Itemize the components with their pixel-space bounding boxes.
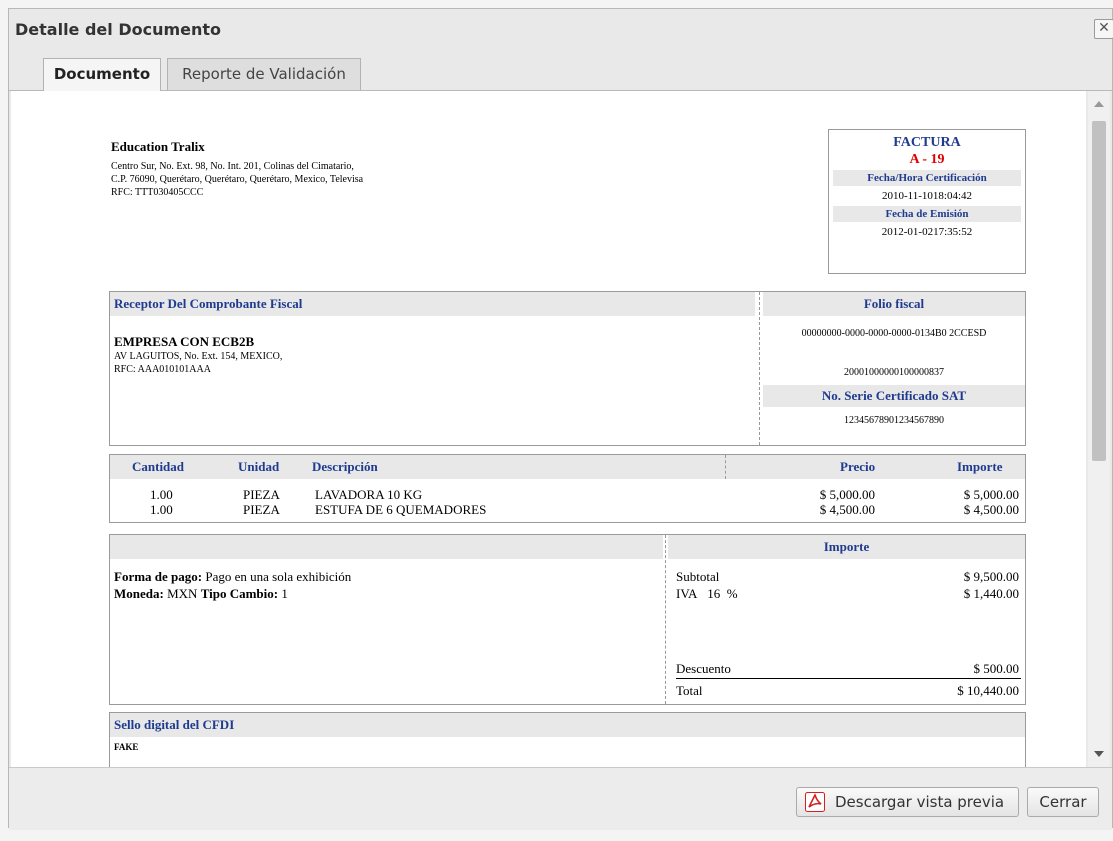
download-preview-button[interactable]: Descargar vista previa xyxy=(796,787,1019,817)
total-value: $ 10,440.00 xyxy=(957,683,1019,698)
close-button[interactable]: Cerrar xyxy=(1027,787,1099,817)
totals-divider xyxy=(665,535,666,704)
currency-line: Moneda: MXN Tipo Cambio: 1 xyxy=(114,586,288,602)
certificate-number: 20001000000100000837 xyxy=(844,367,944,378)
iva-value: $ 1,440.00 xyxy=(963,586,1019,601)
col-cantidad-header: Cantidad xyxy=(132,459,185,474)
currency-value: MXN xyxy=(167,586,198,601)
row-descripcion: ESTUFA DE 6 QUEMADORES xyxy=(315,502,487,517)
document-detail-dialog: Detalle del Documento ✕ Documento Report… xyxy=(8,8,1113,830)
payment-method: Forma de pago: Pago en una sola exhibici… xyxy=(114,569,351,585)
items-table: Cantidad Unidad Descripción Precio Impor… xyxy=(109,454,1026,523)
sello-value: FAKE xyxy=(114,742,139,752)
exchange-rate-value: 1 xyxy=(281,586,288,601)
row-cantidad: 1.00 xyxy=(150,487,173,502)
dialog-title: Detalle del Documento xyxy=(15,20,222,39)
iva-percent-sign: % xyxy=(726,586,738,601)
download-preview-label: Descargar vista previa xyxy=(835,793,1005,811)
receptor-rfc: RFC: AAA010101AAA xyxy=(114,364,211,375)
receptor-address: AV LAGUITOS, No. Ext. 154, MEXICO, xyxy=(114,351,283,362)
serie-sat-label: No. Serie Certificado SAT xyxy=(763,385,1025,407)
payment-header-band xyxy=(110,535,663,559)
row-descripcion: LAVADORA 10 KG xyxy=(315,487,423,502)
pdf-icon xyxy=(805,792,825,812)
payment-totals-box: Forma de pago: Pago en una sola exhibici… xyxy=(109,534,1026,705)
col-importe-header: Importe xyxy=(957,459,1003,474)
issuer-name: Education Tralix xyxy=(111,139,205,154)
issuer-address-2: C.P. 76090, Querétaro, Querétaro, Querét… xyxy=(111,174,364,185)
row-importe: $ 4,500.00 xyxy=(963,502,1019,517)
close-icon[interactable]: ✕ xyxy=(1094,19,1113,39)
sello-header: Sello digital del CFDI xyxy=(110,713,1025,737)
receptor-name: EMPRESA CON ECB2B xyxy=(114,334,255,349)
cert-date-label: Fecha/Hora Certificación xyxy=(833,170,1021,186)
invoice-box: FACTURA A - 19 Fecha/Hora Certificación … xyxy=(828,129,1026,274)
invoice-folio: A - 19 xyxy=(909,152,945,167)
scroll-down-icon[interactable] xyxy=(1094,751,1104,757)
document-preview: Education Tralix Centro Sur, No. Ext. 98… xyxy=(11,91,1086,767)
vertical-scrollbar[interactable] xyxy=(1088,91,1110,767)
row-cantidad: 1.00 xyxy=(150,502,173,517)
iva-label: IVA xyxy=(676,586,698,601)
col-descripcion-header: Descripción xyxy=(312,459,378,474)
tab-strip: Documento Reporte de Validación xyxy=(9,49,1112,91)
row-precio: $ 4,500.00 xyxy=(819,502,875,517)
items-header-divider xyxy=(725,455,726,479)
dialog-titlebar: Detalle del Documento ✕ xyxy=(9,9,1113,49)
folio-fiscal-value: 00000000-0000-0000-0000-0134B0 2CCESD xyxy=(801,328,987,339)
row-unidad: PIEZA xyxy=(243,502,280,517)
receptor-box: Receptor Del Comprobante Fiscal EMPRESA … xyxy=(109,291,1026,446)
iva-rate: 16 xyxy=(707,586,721,601)
scroll-up-icon[interactable] xyxy=(1094,101,1104,107)
subtotal-value: $ 9,500.00 xyxy=(963,569,1019,584)
issuer-address-1: Centro Sur, No. Ext. 98, No. Int. 201, C… xyxy=(111,161,354,172)
scroll-thumb[interactable] xyxy=(1092,121,1106,461)
row-importe: $ 5,000.00 xyxy=(963,487,1019,502)
tab-reporte-validacion[interactable]: Reporte de Validación xyxy=(167,58,361,90)
dialog-footer: Descargar vista previa Cerrar xyxy=(9,767,1112,830)
iva-line: IVA 16 % xyxy=(676,586,738,602)
emission-date-label: Fecha de Emisión xyxy=(833,206,1021,222)
payment-method-label: Forma de pago: xyxy=(114,569,203,584)
totals-header: Importe xyxy=(668,535,1025,559)
row-precio: $ 5,000.00 xyxy=(819,487,875,502)
issuer-rfc: RFC: TTT030405CCC xyxy=(111,187,204,198)
discount-value: $ 500.00 xyxy=(973,661,1020,676)
emission-date-value: 2012-01-0217:35:52 xyxy=(881,226,973,238)
discount-label: Descuento xyxy=(676,661,731,676)
total-rule xyxy=(676,678,1021,679)
receptor-header: Receptor Del Comprobante Fiscal xyxy=(110,292,755,316)
exchange-rate-label: Tipo Cambio: xyxy=(200,586,279,601)
payment-method-value: Pago en una sola exhibición xyxy=(205,569,352,584)
col-unidad-header: Unidad xyxy=(238,459,280,474)
row-unidad: PIEZA xyxy=(243,487,280,502)
tab-documento[interactable]: Documento xyxy=(43,58,161,91)
subtotal-label: Subtotal xyxy=(676,569,720,584)
sello-box: Sello digital del CFDI FAKE xyxy=(109,712,1026,767)
cert-date-value: 2010-11-1018:04:42 xyxy=(881,190,973,202)
col-precio-header: Precio xyxy=(840,459,876,474)
folio-fiscal-label: Folio fiscal xyxy=(763,292,1025,316)
receptor-divider xyxy=(759,292,760,445)
invoice-type: FACTURA xyxy=(893,135,961,150)
currency-label: Moneda: xyxy=(114,586,164,601)
total-label: Total xyxy=(676,683,703,698)
serie-sat-value: 12345678901234567890 xyxy=(844,415,944,426)
